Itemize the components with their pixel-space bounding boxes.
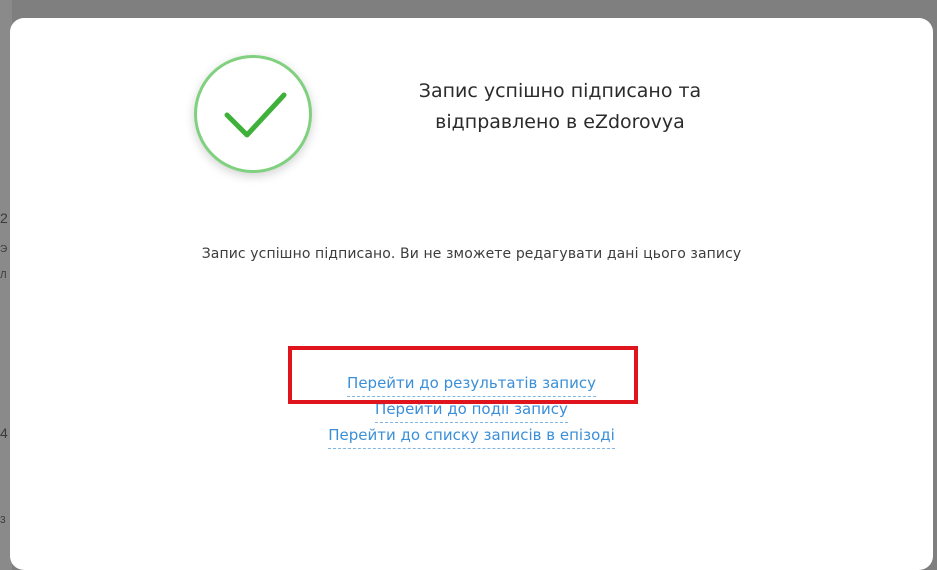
success-dialog: Запис успішно підписано та відправлено в… — [10, 18, 933, 570]
checkmark-circle-icon — [194, 55, 312, 173]
go-to-record-results-link[interactable]: Перейти до результатів запису — [347, 371, 596, 397]
dialog-links: Перейти до результатів запису Перейти до… — [10, 371, 933, 449]
background-text: 3 — [0, 515, 6, 526]
background-text: Л — [0, 270, 7, 281]
checkmark-icon — [224, 92, 287, 138]
dialog-title-line1: Запис успішно підписано та — [418, 80, 702, 102]
dialog-message: Запис успішно підписано. Ви не зможете р… — [201, 246, 742, 262]
go-to-episode-records-link[interactable]: Перейти до списку записів в епізоді — [328, 423, 615, 449]
background-text: Э — [0, 244, 8, 255]
dialog-title-line2: відправлено в eZdorovya — [435, 111, 685, 133]
go-to-record-event-link[interactable]: Перейти до події запису — [375, 397, 568, 423]
dialog-title: Запис успішно підписано та відправлено в… — [350, 76, 770, 138]
background-text: 4 — [0, 425, 8, 441]
background-text: 2 — [0, 210, 8, 226]
